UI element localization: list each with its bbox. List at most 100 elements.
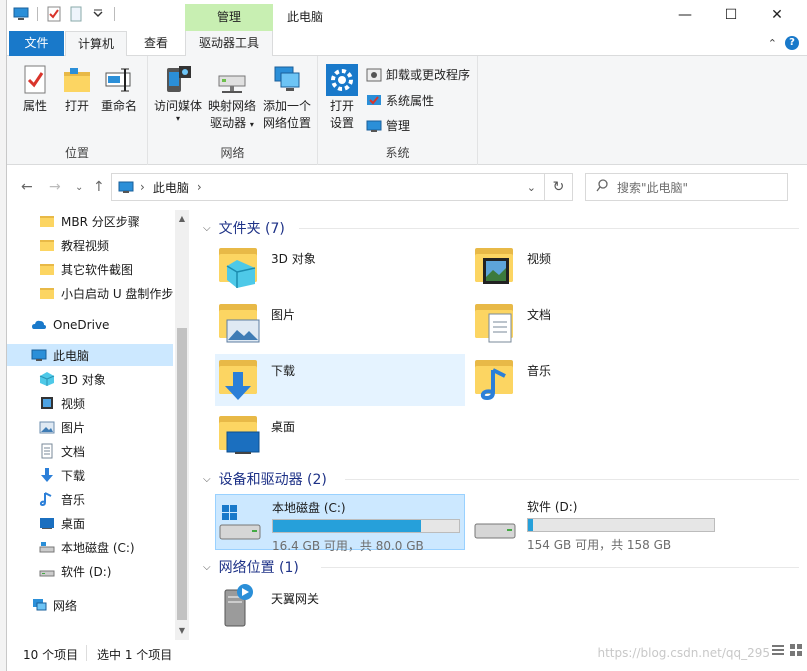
folder-tile[interactable]: 图片 [215, 298, 465, 350]
drive-usage-bar [527, 518, 715, 532]
nav-pc-item-label: 本地磁盘 (C:) [61, 540, 135, 555]
search-placeholder: 搜索"此电脑" [617, 180, 689, 195]
folder-tile[interactable]: 文档 [471, 298, 721, 350]
hard-drive-icon [471, 498, 519, 546]
nav-pc-item-label: 软件 (D:) [61, 564, 112, 579]
search-box[interactable]: 搜索"此电脑" [585, 173, 788, 201]
properties-check-icon[interactable] [46, 6, 62, 22]
folders-group-header[interactable]: ⌵ 文件夹 (7) [203, 218, 285, 238]
tab-file[interactable]: 文件 [9, 31, 64, 56]
section-divider [345, 479, 799, 480]
nav-onedrive[interactable]: OneDrive [31, 314, 197, 336]
documents-folder-icon [471, 298, 519, 346]
system-properties-icon [366, 93, 382, 109]
breadcrumb-chevron-icon[interactable]: › [140, 180, 145, 194]
uninstall-label: 卸载或更改程序 [386, 68, 471, 82]
tab-computer[interactable]: 计算机 [65, 31, 127, 57]
open-settings-label-2: 设置 [329, 116, 354, 130]
quick-access-toolbar [13, 6, 117, 22]
video-folder-icon [471, 242, 519, 290]
breadcrumb-chevron-icon[interactable]: › [197, 180, 202, 194]
nav-folder-label: 小白启动 U 盘制作步 [61, 286, 174, 301]
folder-tile[interactable]: 3D 对象 [215, 242, 465, 294]
folder-tile[interactable]: 桌面 [215, 410, 465, 462]
open-settings-button[interactable]: 打开 设置 [322, 64, 362, 132]
maximize-button[interactable]: ☐ [708, 0, 754, 30]
rename-button[interactable]: 重命名 [99, 64, 139, 115]
folder-tile[interactable]: 音乐 [471, 354, 721, 406]
chevron-down-icon[interactable] [90, 6, 106, 22]
breadcrumb-this-pc[interactable]: 此电脑 [153, 179, 189, 196]
status-selected-count: 选中 1 个项目 [97, 648, 173, 662]
map-drive-label-1: 映射网络 [207, 99, 256, 113]
computer-icon[interactable] [13, 6, 29, 22]
nav-network[interactable]: 网络 [31, 594, 197, 616]
uninstall-icon [366, 67, 382, 83]
tab-view[interactable]: 查看 [131, 31, 181, 56]
map-network-drive-button[interactable]: 映射网络 驱动器 ▾ [206, 64, 258, 133]
nav-pc-item-label: 下载 [61, 468, 86, 483]
add-network-location-button[interactable]: 添加一个 网络位置 [260, 64, 314, 132]
minimize-button[interactable]: — [662, 0, 708, 30]
folder-tile-label: 图片 [271, 308, 296, 322]
refresh-button[interactable]: ↻ [545, 173, 573, 201]
devices-group-header[interactable]: ⌵ 设备和驱动器 (2) [203, 469, 327, 489]
scroll-down-icon[interactable]: ▼ [175, 624, 189, 638]
drive-tile[interactable]: 本地磁盘 (C:) 16.4 GB 可用，共 80.0 GB [215, 494, 465, 553]
access-media-button[interactable]: 访问媒体 ▾ [152, 64, 204, 123]
new-folder-icon[interactable] [68, 6, 84, 22]
forward-arrow-icon[interactable]: → [49, 179, 61, 195]
pictures-folder-icon [215, 298, 263, 346]
scroll-up-icon[interactable]: ▲ [175, 212, 189, 226]
manage-button[interactable]: 管理 [366, 117, 410, 134]
scroll-thumb[interactable] [177, 328, 187, 620]
group-network-label: 网络 [220, 146, 245, 160]
folder-icon [39, 285, 55, 301]
music-icon [39, 491, 55, 507]
chevron-up-icon[interactable]: ⌃ [768, 37, 777, 50]
properties-icon [19, 64, 51, 96]
section-divider [299, 228, 799, 229]
open-button[interactable]: 打开 [57, 64, 97, 115]
network-header-label: 网络位置 (1) [218, 560, 299, 576]
nav-folder-label: 其它软件截图 [61, 262, 134, 277]
title-bar: 管理 此电脑 — ☐ ✕ [7, 0, 807, 31]
add-network-location-icon [271, 64, 303, 96]
manage-label: 管理 [386, 119, 411, 133]
drive-usage-fill [273, 520, 421, 532]
details-view-icon[interactable] [772, 644, 784, 659]
properties-button[interactable]: 属性 [15, 64, 55, 115]
drive-tile[interactable]: 软件 (D:) 154 GB 可用，共 158 GB [471, 494, 721, 552]
folder-tile-label: 文档 [527, 308, 552, 322]
network-group-header[interactable]: ⌵ 网络位置 (1) [203, 557, 299, 577]
close-button[interactable]: ✕ [754, 0, 800, 30]
refresh-icon: ↻ [552, 179, 565, 195]
uninstall-program-button[interactable]: 卸载或更改程序 [366, 66, 470, 83]
chevron-down-icon: ▾ [175, 114, 180, 123]
folder-tile-label: 视频 [527, 252, 552, 266]
folder-tile[interactable]: 视频 [471, 242, 721, 294]
help-icon[interactable]: ? [785, 36, 799, 50]
nav-scrollbar[interactable]: ▲ ▼ [175, 210, 189, 640]
3d-objects-icon [39, 371, 55, 387]
group-location: 属性 打开 重命名 位置 [7, 56, 148, 165]
nav-network-label: 网络 [53, 598, 78, 613]
nav-this-pc[interactable]: 此电脑 [7, 344, 173, 366]
tab-drive-tools[interactable]: 驱动器工具 [185, 31, 273, 56]
recent-locations-chevron-icon[interactable]: ⌄ [75, 182, 83, 193]
system-properties-button[interactable]: 系统属性 [366, 92, 434, 109]
up-arrow-icon[interactable]: ↑ [93, 179, 105, 195]
open-label: 打开 [64, 99, 89, 113]
search-icon [596, 179, 609, 195]
network-location-tianyi[interactable]: 天翼网关 [215, 582, 465, 634]
windows-drive-icon [216, 499, 264, 547]
window-title: 此电脑 [287, 10, 324, 24]
folder-tile-label: 3D 对象 [271, 252, 316, 266]
large-icons-view-icon[interactable] [790, 644, 802, 659]
back-arrow-icon[interactable]: ← [21, 179, 33, 195]
nav-folder-label: 教程视频 [61, 238, 110, 253]
folder-tile[interactable]: 下载 [215, 354, 465, 406]
address-bar[interactable]: › 此电脑 › ⌄ [111, 173, 545, 201]
address-dropdown-icon[interactable]: ⌄ [527, 181, 536, 194]
open-folder-icon [61, 64, 93, 96]
